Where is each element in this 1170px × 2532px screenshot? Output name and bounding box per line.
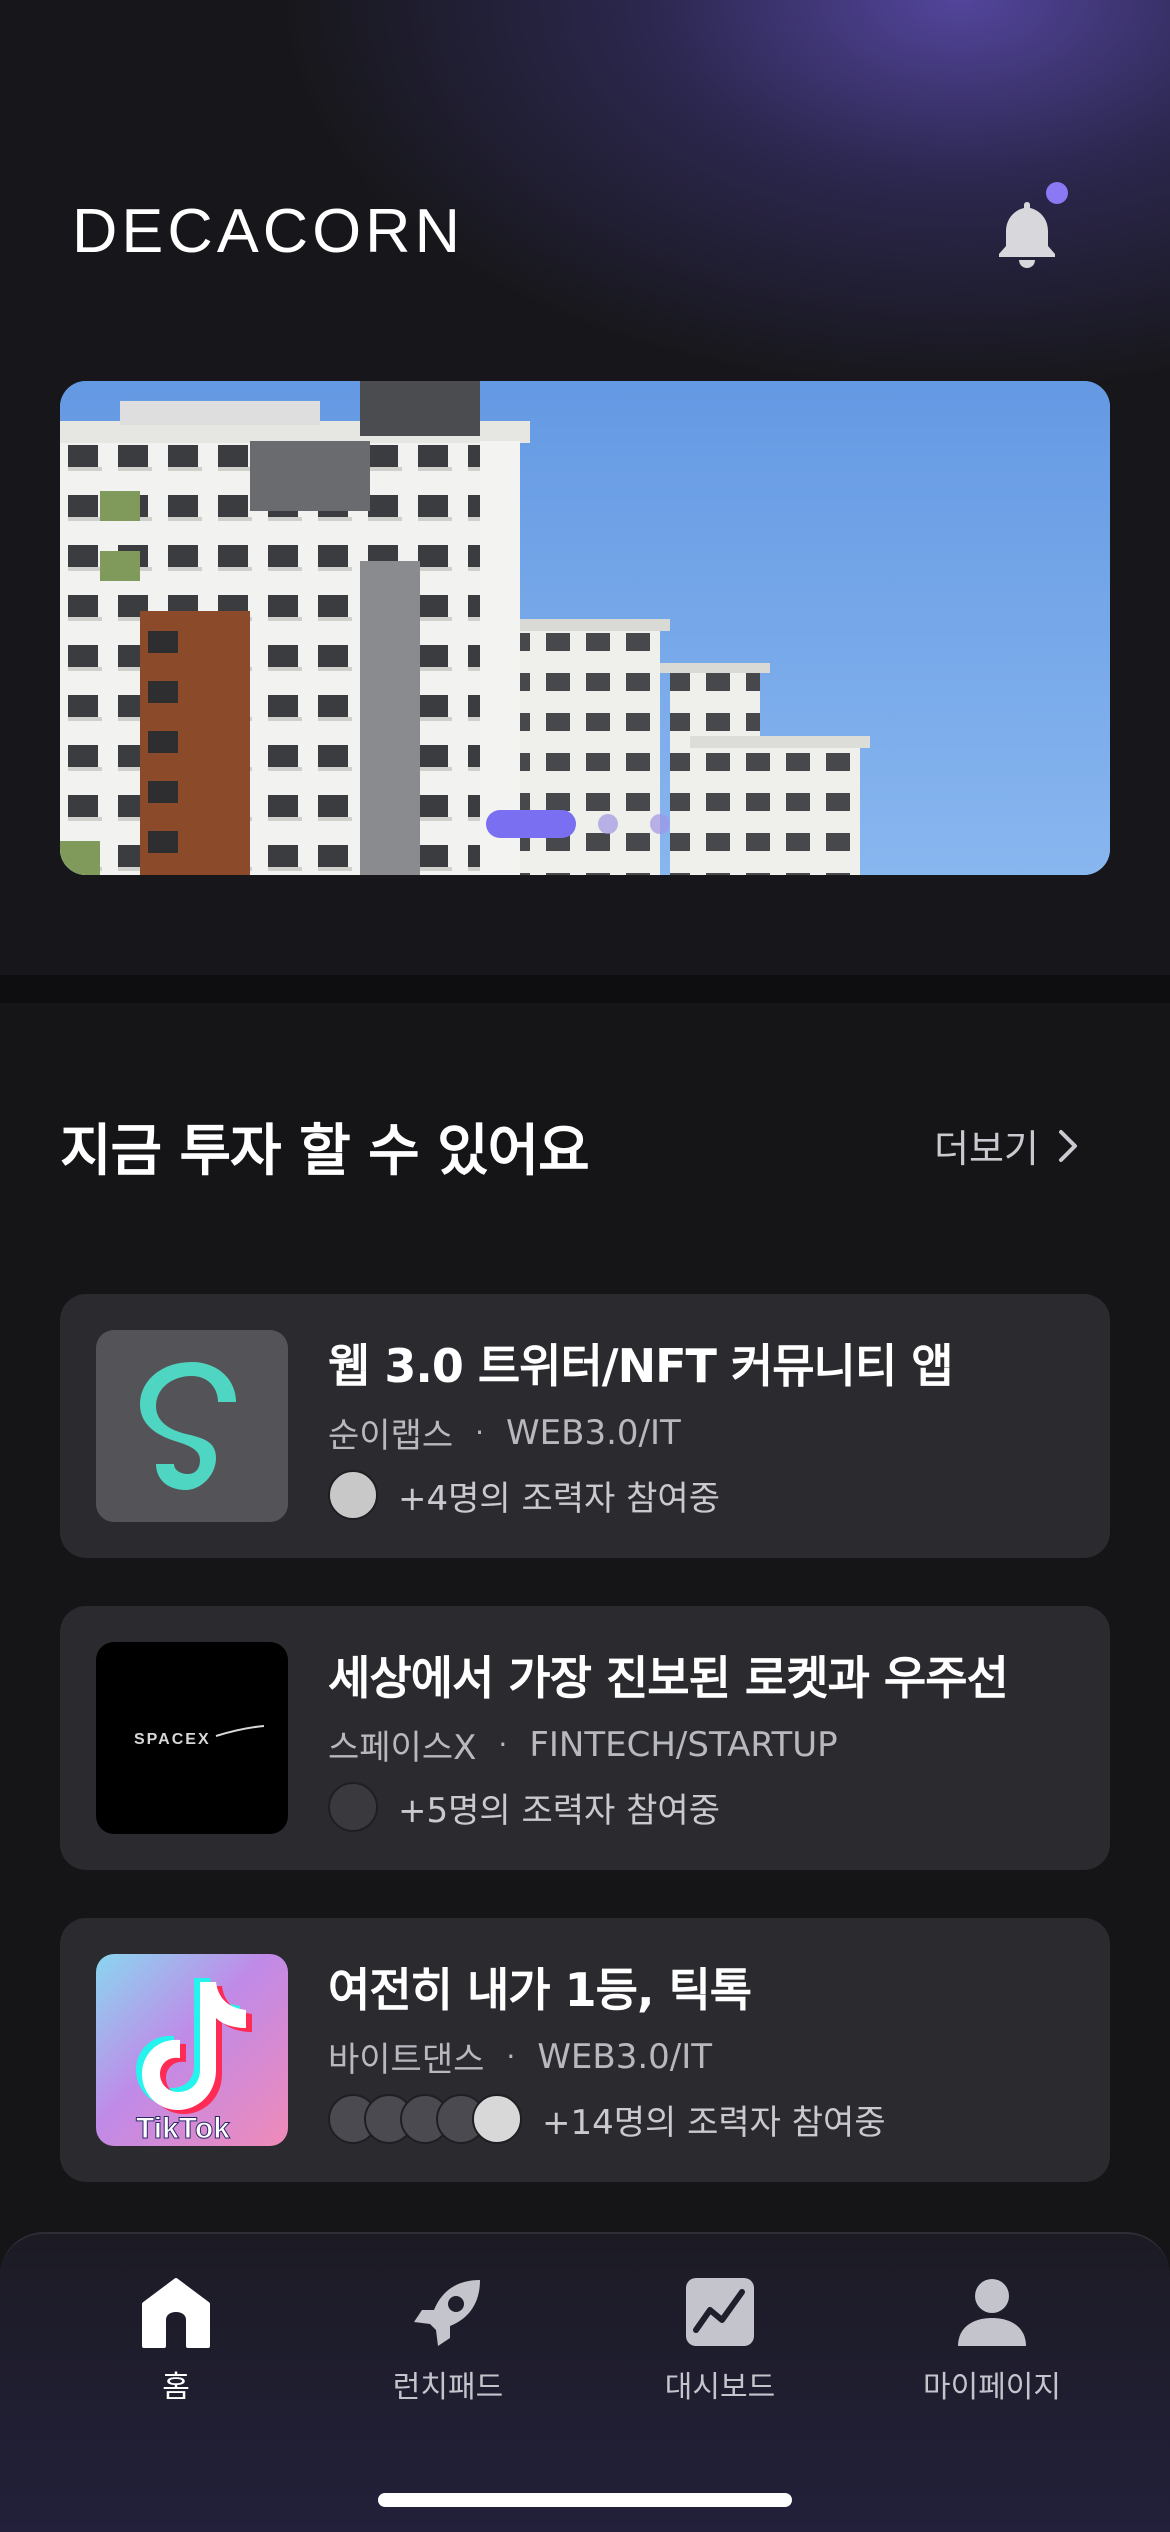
bell-icon[interactable]: [992, 196, 1062, 268]
soonilabs-logo-icon: [96, 1330, 288, 1522]
svg-text:SPACEX: SPACEX: [134, 1731, 211, 1748]
chart-icon: [686, 2278, 754, 2346]
spacex-logo-icon: SPACEX: [96, 1642, 288, 1834]
promo-banner[interactable]: [60, 381, 1110, 875]
nav-label: 런치패드: [392, 2370, 504, 2405]
card-company: 순이랩스: [328, 1416, 454, 1456]
card-title: 웹 3.0 트위터/NFT 커뮤니티 앱: [328, 1339, 954, 1393]
avatar: [328, 1782, 378, 1832]
investment-card[interactable]: 웹 3.0 트위터/NFT 커뮤니티 앱 순이랩스 · WEB3.0/IT +4…: [60, 1294, 1110, 1558]
meta-separator: ·: [506, 2040, 516, 2073]
chevron-right-icon: [1058, 1129, 1077, 1162]
investment-card[interactable]: TikTok 여전히 내가 1등, 틱톡 바이트댄스 · WEB3.0/IT +…: [60, 1918, 1110, 2182]
card-title: 여전히 내가 1등, 틱톡: [328, 1963, 752, 2017]
meta-separator: ·: [498, 1728, 508, 1761]
participants-count: +5명의 조력자 참여중: [398, 1790, 720, 1831]
card-company: 바이트댄스: [328, 2040, 485, 2080]
card-category: WEB3.0/IT: [537, 2036, 713, 2077]
card-meta: 스페이스X · FINTECH/STARTUP: [328, 1720, 838, 1769]
more-link[interactable]: 더보기: [934, 1118, 1079, 1173]
home-icon: [142, 2278, 210, 2348]
pagination-dot[interactable]: [598, 814, 618, 834]
nav-label: 홈: [162, 2370, 190, 2405]
svg-text:DECACORN: DECACORN: [72, 198, 464, 260]
investment-card[interactable]: SPACEX 세상에서 가장 진보된 로켓과 우주선 스페이스X · FINTE…: [60, 1606, 1110, 1870]
card-category: WEB3.0/IT: [506, 1412, 681, 1453]
more-label: 더보기: [934, 1127, 1039, 1171]
nav-item-home[interactable]: 홈: [86, 2274, 266, 2414]
participants: +4명의 조력자 참여중: [328, 1470, 720, 1520]
home-screen: DECACORN 지금 투자 할 수 있어요 더보기 웹 3.0 트위터/NFT…: [0, 0, 1170, 2532]
decacorn-logo: DECACORN: [72, 198, 464, 260]
notification-badge: [1046, 182, 1068, 204]
section-title: 지금 투자 할 수 있어요: [60, 1119, 590, 1184]
card-meta: 순이랩스 · WEB3.0/IT: [328, 1408, 681, 1457]
nav-label: 마이페이지: [923, 2370, 1061, 2405]
banner-pagination: [486, 810, 686, 838]
person-icon: [958, 2279, 1026, 2346]
card-title: 세상에서 가장 진보된 로켓과 우주선: [328, 1651, 1009, 1705]
building-photo: [60, 381, 1110, 875]
bottom-nav: 홈 런치패드 대시보드 마이페이지: [0, 2232, 1170, 2532]
avatar: [472, 2094, 522, 2144]
avatar: [328, 1470, 378, 1520]
card-meta: 바이트댄스 · WEB3.0/IT: [328, 2032, 712, 2081]
rocket-icon: [414, 2280, 480, 2346]
svg-text:TikTok: TikTok: [136, 2112, 230, 2145]
card-category: FINTECH/STARTUP: [529, 1724, 838, 1765]
participants-count: +4명의 조력자 참여중: [398, 1478, 720, 1519]
participants-count: +14명의 조력자 참여중: [542, 2102, 886, 2143]
nav-label: 대시보드: [664, 2370, 776, 2405]
card-company: 스페이스X: [328, 1728, 477, 1768]
participants: +5명의 조력자 참여중: [328, 1782, 720, 1832]
nav-item-mypage[interactable]: 마이페이지: [902, 2274, 1082, 2414]
meta-separator: ·: [475, 1416, 485, 1449]
tiktok-logo-icon: TikTok: [96, 1954, 288, 2146]
pagination-dot[interactable]: [650, 814, 670, 834]
pagination-dot-active[interactable]: [486, 810, 576, 838]
participants: +14명의 조력자 참여중: [328, 2094, 886, 2144]
nav-item-launchpad[interactable]: 런치패드: [358, 2274, 538, 2414]
section-divider: [0, 975, 1170, 1003]
home-indicator[interactable]: [378, 2493, 792, 2507]
nav-item-dashboard[interactable]: 대시보드: [630, 2274, 810, 2414]
